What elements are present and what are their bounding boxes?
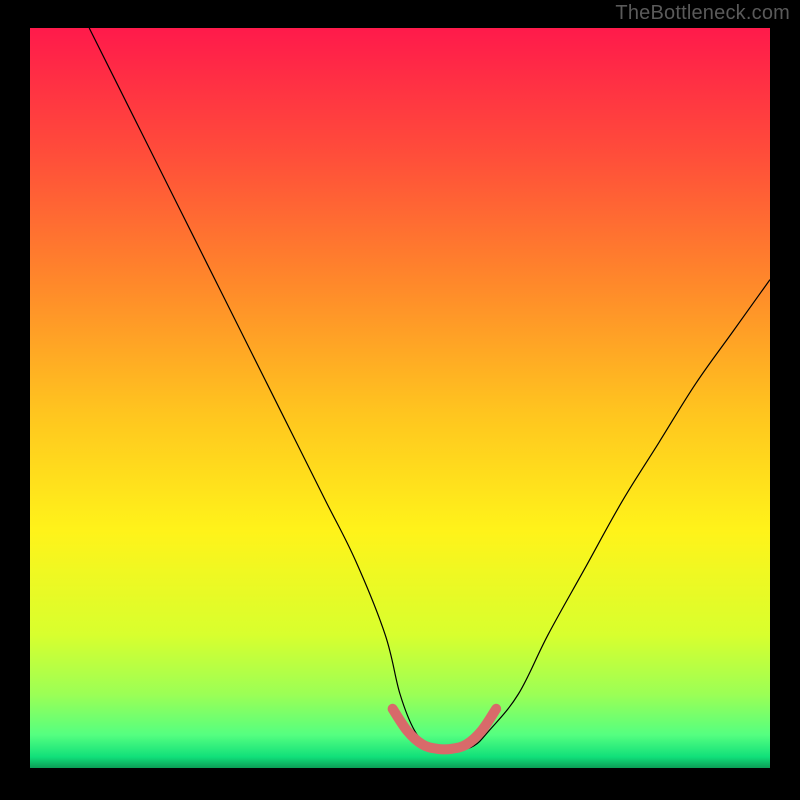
plot-area: [30, 28, 770, 768]
gradient-background: [30, 28, 770, 768]
watermark-label: TheBottleneck.com: [615, 2, 790, 25]
chart-frame: TheBottleneck.com: [0, 0, 800, 800]
bottleneck-chart: [30, 28, 770, 768]
